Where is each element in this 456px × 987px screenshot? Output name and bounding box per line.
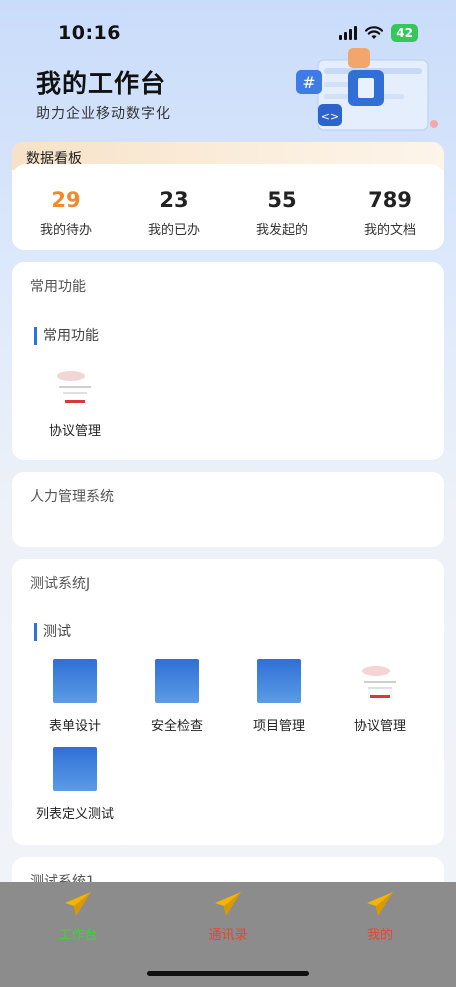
document-thumbnail-icon — [358, 659, 402, 703]
tab-label: 工作台 — [58, 928, 98, 943]
card-title: 测试系统J — [30, 576, 91, 592]
card-title: 人力管理系统 — [30, 489, 114, 505]
stat-label: 我的文档 — [363, 223, 416, 238]
stat-value: 55 — [267, 188, 297, 212]
page-title: 我的工作台 — [36, 69, 167, 98]
tab-label: 我的 — [366, 928, 393, 943]
signal-icon — [339, 26, 358, 40]
dashboard-stats: 29 我的待办 23 我的已办 55 我发起的 789 我的文档 — [12, 164, 444, 250]
app-icon — [155, 659, 199, 703]
stat-value: 23 — [159, 188, 189, 212]
page-subtitle: 助力企业移动数字化 — [36, 106, 171, 122]
section-title: 常用功能 — [34, 327, 99, 345]
svg-text:<>: <> — [321, 110, 339, 123]
stat-documents[interactable]: 789 我的文档 — [336, 164, 444, 250]
app-label: 项目管理 — [252, 719, 305, 734]
app-icon — [257, 659, 301, 703]
paper-plane-icon — [215, 892, 241, 916]
document-thumbnail-icon — [53, 364, 97, 408]
section-title: 测试 — [34, 623, 71, 641]
app-list-definition-test[interactable]: 列表定义测试 — [25, 747, 125, 822]
tab-me[interactable]: 我的 — [330, 890, 430, 943]
stat-todo[interactable]: 29 我的待办 — [12, 164, 120, 250]
app-label: 表单设计 — [48, 719, 101, 734]
app-label: 协议管理 — [353, 719, 406, 734]
stat-label: 我的待办 — [39, 223, 92, 238]
app-project-management[interactable]: 项目管理 — [229, 659, 329, 734]
tab-contacts[interactable]: 通讯录 — [178, 890, 278, 943]
app-agreement-management[interactable]: 协议管理 — [330, 659, 430, 734]
stat-value: 29 — [51, 188, 81, 212]
stat-label: 我发起的 — [255, 223, 308, 238]
app-safety-check[interactable]: 安全检查 — [127, 659, 227, 734]
app-label: 安全检查 — [150, 719, 203, 734]
status-time: 10:16 — [58, 22, 121, 44]
app-label: 协议管理 — [48, 424, 101, 439]
tab-label: 通讯录 — [208, 928, 248, 943]
app-label: 列表定义测试 — [35, 807, 114, 822]
app-icon — [53, 659, 97, 703]
stat-label: 我的已办 — [147, 223, 200, 238]
stat-done[interactable]: 23 我的已办 — [120, 164, 228, 250]
card-title: 常用功能 — [30, 279, 86, 295]
data-dashboard-card: 数据看板 29 我的待办 23 我的已办 55 我发起的 789 我的文档 — [12, 142, 444, 250]
paper-plane-icon — [65, 892, 91, 916]
hr-system-card: 人力管理系统 — [12, 472, 444, 547]
stat-initiated[interactable]: 55 我发起的 — [228, 164, 336, 250]
tab-workbench[interactable]: 工作台 — [28, 890, 128, 943]
hero-illustration-icon: # <> — [296, 48, 438, 131]
wifi-icon — [365, 26, 384, 39]
app-icon — [53, 747, 97, 791]
common-functions-card: 常用功能 常用功能 协议管理 — [12, 262, 444, 460]
paper-plane-icon — [367, 892, 393, 916]
app-agreement-management[interactable]: 协议管理 — [25, 364, 125, 439]
stat-value: 789 — [368, 188, 412, 212]
home-indicator[interactable] — [147, 971, 309, 976]
battery-icon: 42 — [391, 24, 418, 42]
status-icons: 42 — [339, 24, 418, 42]
svg-text:#: # — [302, 73, 315, 92]
test-system-j-card: 测试系统J 测试 表单设计 安全检查 项目管理 协议管理 列表定义测试 — [12, 559, 444, 845]
app-form-design[interactable]: 表单设计 — [25, 659, 125, 734]
